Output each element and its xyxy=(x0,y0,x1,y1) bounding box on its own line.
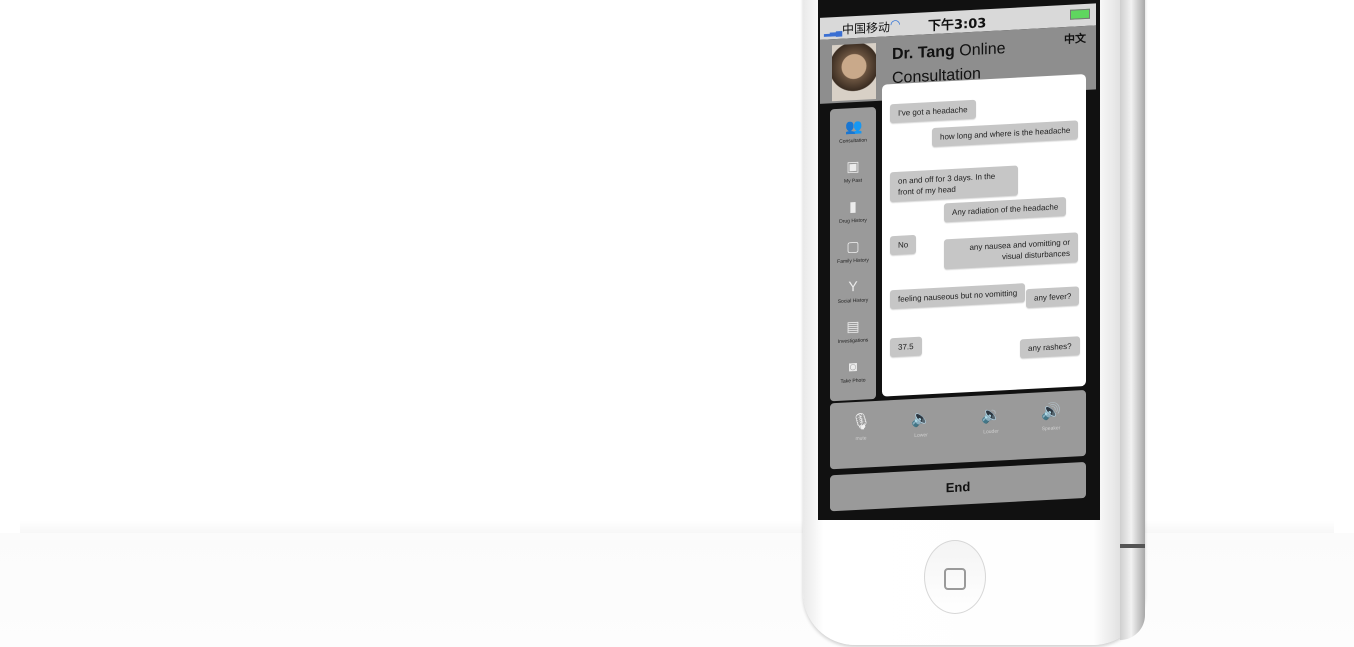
sidebar-item-label: Drug History xyxy=(839,217,867,225)
mute-button[interactable]: 🎙 mute xyxy=(836,410,886,443)
end-call-button[interactable]: End xyxy=(830,461,1086,512)
signal-icon: ▂▃▄ xyxy=(824,25,842,37)
sidebar-item-drug-history[interactable]: ▮ Drug History xyxy=(830,193,876,233)
speaker-button[interactable]: 🔊 Speaker xyxy=(1026,400,1076,433)
chat-log[interactable]: I've got a headache how long and where i… xyxy=(882,73,1086,397)
chat-bubble-doctor: how long and where is the headache xyxy=(932,120,1079,148)
chat-bubble-doctor: any rashes? xyxy=(1020,336,1080,359)
chat-bubble-patient: No xyxy=(890,234,917,256)
sidebar-item-social-history[interactable]: Y Social History xyxy=(830,273,876,313)
sidebar-item-consultation[interactable]: 👥 Consultation xyxy=(830,113,876,153)
sidebar-item-label: Investigations xyxy=(837,337,869,345)
control-label: Louder xyxy=(983,428,999,436)
sidebar-item-my-past[interactable]: ▣ My Past xyxy=(830,153,876,193)
chat-bubble-doctor: any nausea and vomitting or visual distu… xyxy=(944,232,1078,270)
cocktail-icon: Y xyxy=(848,277,858,295)
phone-side-button xyxy=(1120,544,1145,548)
sidebar-item-label: Consultation xyxy=(839,137,867,145)
sidebar-item-family-history[interactable]: ▢ Family History xyxy=(830,233,876,273)
doctor-avatar xyxy=(832,42,876,102)
mic-muted-icon: 🎙 xyxy=(850,413,872,432)
sidebar: 👥 Consultation ▣ My Past ▮ Drug History … xyxy=(830,106,876,402)
app-ui: ▂▃▄ 中国移动 ◠ 下午3:03 Dr. Tang Online Consul… xyxy=(818,0,1100,520)
speaker-mid-icon: 🔉 xyxy=(981,406,1001,425)
doctor-status: Online xyxy=(959,40,1006,60)
floor-reflection xyxy=(0,533,1354,647)
folder-plus-icon: ▣ xyxy=(846,157,860,175)
phone-screen: ▂▃▄ 中国移动 ◠ 下午3:03 Dr. Tang Online Consul… xyxy=(818,0,1100,520)
sidebar-item-label: My Past xyxy=(843,177,863,185)
camera-icon: ◙ xyxy=(848,357,858,375)
sidebar-item-label: Family History xyxy=(837,257,869,265)
battery-icon xyxy=(1070,8,1090,20)
sidebar-item-label: Social History xyxy=(837,297,869,305)
lower-volume-button[interactable]: 🔈 Lower xyxy=(896,407,946,440)
chat-bubble-doctor: Any radiation of the headache xyxy=(944,196,1067,223)
language-toggle[interactable]: 中文 xyxy=(1064,30,1086,47)
person-frame-icon: ▢ xyxy=(846,237,860,255)
speaker-high-icon: 🔊 xyxy=(1041,403,1061,422)
sidebar-item-label: Take Photo xyxy=(840,377,866,385)
control-label: Lower xyxy=(914,432,928,439)
chat-bubble-patient: 37.5 xyxy=(890,336,922,358)
doctor-name: Dr. Tang xyxy=(892,42,955,64)
chat-bubble-patient: feeling nauseous but no vomitting xyxy=(890,283,1026,310)
sidebar-item-investigations[interactable]: ▤ Investigations xyxy=(830,313,876,353)
chat-bubble-doctor: any fever? xyxy=(1026,286,1080,309)
chat-bubble-patient: on and off for 3 days. In the front of m… xyxy=(890,165,1018,203)
pill-bottle-icon: ▮ xyxy=(849,197,857,215)
sidebar-item-take-photo[interactable]: ◙ Take Photo xyxy=(830,353,876,393)
carrier-label: 中国移动 xyxy=(842,20,891,37)
document-icon: ▤ xyxy=(846,317,860,335)
control-label: Speaker xyxy=(1041,425,1061,433)
wifi-icon: ◠ xyxy=(890,16,901,32)
control-label: mute xyxy=(855,435,867,443)
speaker-low-icon: 🔈 xyxy=(911,410,931,429)
home-button[interactable] xyxy=(924,540,986,614)
home-square-icon xyxy=(944,568,966,590)
doctor-title: Dr. Tang Online xyxy=(892,40,1006,64)
users-icon: 👥 xyxy=(845,117,863,135)
louder-volume-button[interactable]: 🔉 Louder xyxy=(966,404,1016,437)
chat-bubble-patient: I've got a headache xyxy=(890,99,976,124)
call-controls: 🎙 mute 🔈 Lower 🔉 Louder 🔊 Speaker xyxy=(830,389,1086,470)
